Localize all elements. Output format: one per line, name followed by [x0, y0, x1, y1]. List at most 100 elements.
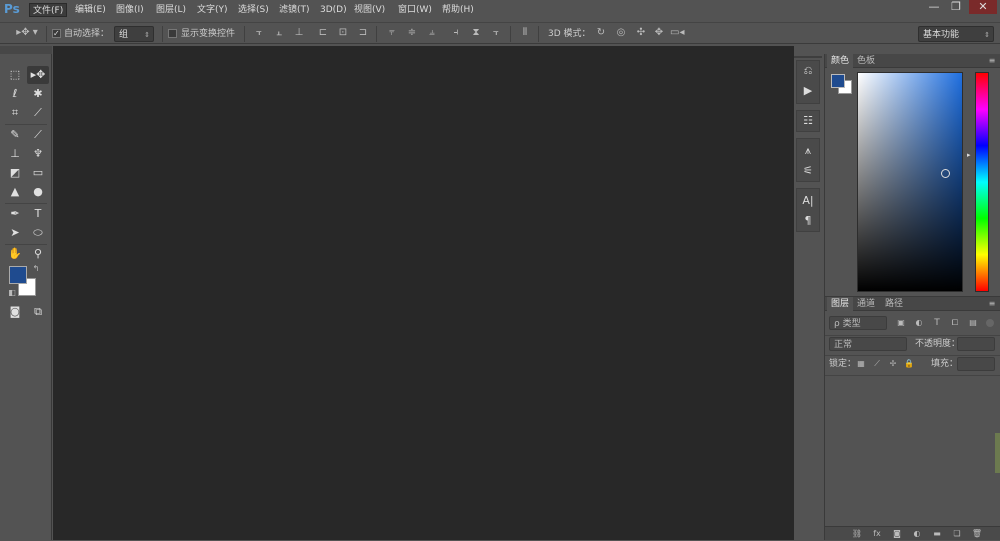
- lock-pixels-icon[interactable]: ⟋: [871, 357, 883, 371]
- lock-all-icon[interactable]: 🔒: [903, 357, 915, 371]
- pen-tool-icon[interactable]: ✒: [4, 205, 26, 223]
- adjustments-panel-icon[interactable]: ⚟: [796, 162, 820, 180]
- filter-pixel-icon[interactable]: ▣: [895, 316, 907, 330]
- brush-presets-icon[interactable]: ⩚: [796, 142, 820, 160]
- clone-stamp-tool-icon[interactable]: ⊥: [4, 145, 26, 163]
- eraser-tool-icon[interactable]: ◩: [4, 164, 26, 182]
- minimize-button[interactable]: —: [924, 0, 944, 14]
- show-transform-checkbox[interactable]: [168, 29, 177, 38]
- auto-align-icon[interactable]: ⫴: [518, 26, 532, 40]
- tab-layers[interactable]: 图层: [827, 297, 854, 311]
- path-selection-tool-icon[interactable]: ➤: [4, 224, 26, 242]
- distribute-vcenter-icon[interactable]: ≑: [405, 26, 419, 40]
- menu-image[interactable]: 图像(I): [113, 3, 147, 17]
- move-tool-preset-icon[interactable]: ▸✥ ▾: [12, 26, 42, 40]
- menu-type[interactable]: 文字(Y): [194, 3, 231, 17]
- link-layers-icon[interactable]: ⛓: [851, 527, 863, 541]
- distribute-bottom-icon[interactable]: ⫨: [425, 26, 439, 40]
- filter-adjustment-icon[interactable]: ◐: [913, 316, 925, 330]
- auto-select-dropdown[interactable]: 组: [114, 26, 154, 43]
- hue-slider[interactable]: [975, 72, 989, 292]
- menu-window[interactable]: 窗口(W): [395, 3, 435, 17]
- distribute-right-icon[interactable]: ⫟: [489, 26, 503, 40]
- gradient-tool-icon[interactable]: ▭: [27, 164, 49, 182]
- lasso-tool-icon[interactable]: ℓ: [4, 85, 26, 103]
- close-button[interactable]: ✕: [969, 0, 997, 14]
- blend-mode-dropdown[interactable]: 正常: [829, 337, 907, 351]
- magic-wand-tool-icon[interactable]: ✱: [27, 85, 49, 103]
- crop-tool-icon[interactable]: ⌗: [4, 104, 26, 122]
- zoom-tool-icon[interactable]: ⚲: [27, 245, 49, 263]
- move-tool-icon[interactable]: ▸✥: [27, 66, 49, 84]
- fill-field[interactable]: [957, 357, 995, 371]
- distribute-left-icon[interactable]: ⫞: [449, 26, 463, 40]
- 3d-drag-icon[interactable]: ✣: [634, 26, 648, 40]
- brush-tool-icon[interactable]: ⟋: [27, 126, 49, 144]
- tab-channels[interactable]: 通道: [853, 297, 879, 311]
- filter-shape-icon[interactable]: ⧠: [949, 316, 961, 330]
- document-canvas[interactable]: [53, 46, 794, 540]
- blur-tool-icon[interactable]: ▲: [4, 183, 26, 201]
- healing-brush-tool-icon[interactable]: ✎: [4, 126, 26, 144]
- character-panel-icon[interactable]: A|: [796, 192, 820, 210]
- history-panel-icon[interactable]: ⎌: [796, 62, 820, 80]
- menu-view[interactable]: 视图(V): [351, 3, 388, 17]
- type-tool-icon[interactable]: T: [27, 205, 49, 223]
- 3d-slide-icon[interactable]: ✥: [652, 26, 666, 40]
- foreground-color-swatch[interactable]: [831, 74, 845, 88]
- swap-colors-icon[interactable]: ↰: [31, 262, 41, 276]
- eyedropper-tool-icon[interactable]: ⟋: [27, 104, 49, 122]
- restore-button[interactable]: ❐: [946, 0, 966, 14]
- filter-type-icon[interactable]: T: [931, 316, 943, 330]
- tab-swatches[interactable]: 色板: [853, 54, 879, 68]
- layer-filter-dropdown[interactable]: ρ 类型: [829, 316, 887, 330]
- menu-file[interactable]: 文件(F): [29, 3, 68, 17]
- distribute-hcenter-icon[interactable]: ⧗: [469, 26, 483, 40]
- new-layer-icon[interactable]: ❏: [951, 527, 963, 541]
- menu-layer[interactable]: 图层(L): [153, 3, 189, 17]
- quick-mask-icon[interactable]: ◙: [4, 303, 26, 321]
- panel-menu-icon[interactable]: ≡: [985, 54, 999, 68]
- distribute-top-icon[interactable]: ⫧: [385, 26, 399, 40]
- auto-select-checkbox[interactable]: ✓: [52, 29, 61, 38]
- align-vcenter-icon[interactable]: ⫠: [272, 26, 286, 40]
- dodge-tool-icon[interactable]: ●: [27, 183, 49, 201]
- menu-filter[interactable]: 滤镜(T): [276, 3, 313, 17]
- menu-3d[interactable]: 3D(D): [317, 3, 350, 17]
- screen-mode-icon[interactable]: ⧉: [27, 303, 49, 321]
- add-mask-icon[interactable]: ◙: [891, 527, 903, 541]
- hand-tool-icon[interactable]: ✋: [4, 245, 26, 263]
- lock-transparent-icon[interactable]: ▦: [855, 357, 867, 371]
- 3d-roll-icon[interactable]: ◎: [614, 26, 628, 40]
- menu-help[interactable]: 帮助(H): [439, 3, 477, 17]
- lock-position-icon[interactable]: ✢: [887, 357, 899, 371]
- history-brush-tool-icon[interactable]: ♆: [27, 145, 49, 163]
- delete-layer-icon[interactable]: 🗑: [971, 527, 983, 541]
- color-picker-cursor[interactable]: [941, 169, 950, 178]
- foreground-color-swatch[interactable]: [9, 266, 27, 284]
- hue-slider-marker[interactable]: ▸: [967, 152, 973, 159]
- workspace-dropdown[interactable]: 基本功能: [918, 26, 994, 43]
- properties-panel-icon[interactable]: ☷: [796, 112, 820, 130]
- align-top-icon[interactable]: ⫟: [252, 26, 266, 40]
- actions-panel-icon[interactable]: ▶: [796, 82, 820, 100]
- align-bottom-icon[interactable]: ⊥: [292, 26, 306, 40]
- tab-paths[interactable]: 路径: [881, 297, 907, 311]
- default-colors-icon[interactable]: ◧: [7, 286, 17, 300]
- panel-resize-grip[interactable]: [995, 433, 1000, 473]
- align-left-icon[interactable]: ⊏: [316, 26, 330, 40]
- layer-style-icon[interactable]: fx: [871, 527, 883, 541]
- filter-toggle[interactable]: [986, 319, 994, 327]
- filter-smart-object-icon[interactable]: ▤: [967, 316, 979, 330]
- paragraph-panel-icon[interactable]: ¶: [796, 212, 820, 230]
- new-group-icon[interactable]: ▬: [931, 527, 943, 541]
- tab-color[interactable]: 颜色: [827, 54, 854, 68]
- color-field[interactable]: [857, 72, 963, 292]
- 3d-scale-icon[interactable]: ▭◂: [670, 26, 684, 40]
- align-right-icon[interactable]: ⊐: [356, 26, 370, 40]
- marquee-tool-icon[interactable]: ⬚: [4, 66, 26, 84]
- menu-edit[interactable]: 编辑(E): [72, 3, 109, 17]
- ellipse-tool-icon[interactable]: ⬭: [27, 224, 49, 242]
- adjustment-layer-icon[interactable]: ◐: [911, 527, 923, 541]
- panel-menu-icon[interactable]: ≡: [985, 297, 999, 311]
